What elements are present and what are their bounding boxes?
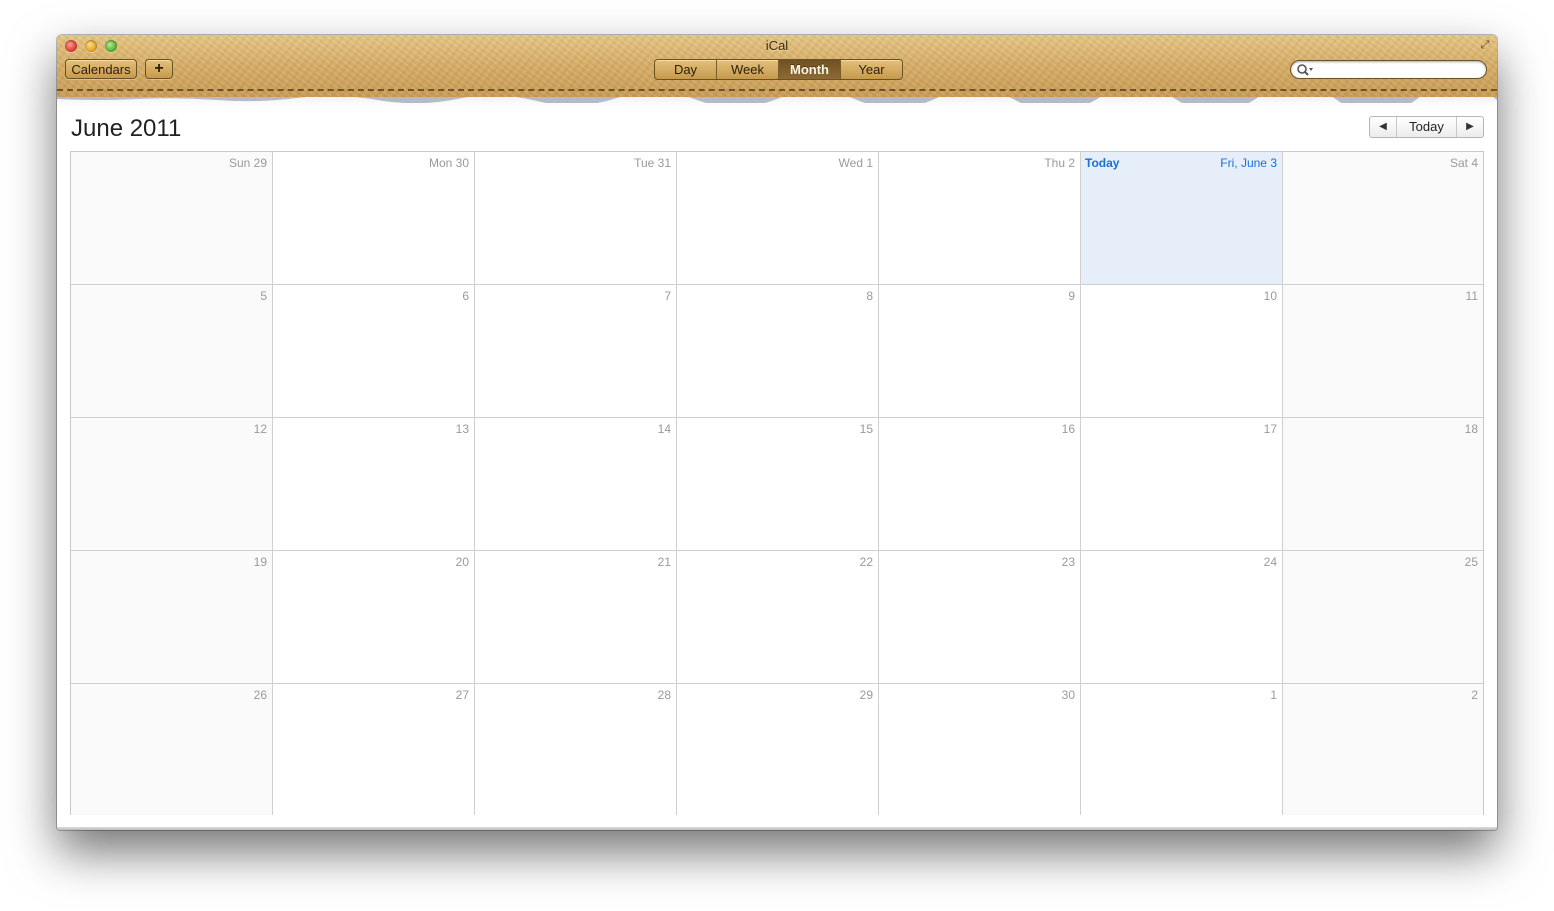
day-cell[interactable]: 1	[1081, 684, 1283, 815]
calendars-button[interactable]: Calendars	[65, 59, 137, 79]
day-number: 1	[1270, 688, 1277, 702]
day-number: 8	[866, 289, 873, 303]
day-cell[interactable]: 19	[71, 551, 273, 684]
day-cell[interactable]: Sun 29	[71, 152, 273, 285]
day-cell[interactable]: 27	[273, 684, 475, 815]
day-number: 10	[1263, 289, 1277, 303]
month-title: June 2011	[71, 115, 182, 142]
day-cell[interactable]: 7	[475, 285, 677, 418]
day-cell[interactable]: 21	[475, 551, 677, 684]
previous-month-button[interactable]: ◀	[1370, 117, 1397, 137]
window-title: iCal	[765, 38, 789, 53]
day-number: 12	[253, 422, 267, 436]
triangle-left-icon: ◀	[1379, 121, 1387, 132]
day-cell[interactable]: 25	[1283, 551, 1483, 684]
today-tag: Today	[1085, 156, 1120, 170]
view-year-tab[interactable]: Year	[841, 60, 902, 79]
day-number: Mon 30	[428, 156, 469, 170]
day-cell[interactable]: 15	[677, 418, 879, 551]
day-cell[interactable]: 6	[273, 285, 475, 418]
day-cell[interactable]: 17	[1081, 418, 1283, 551]
day-cell[interactable]: 28	[475, 684, 677, 815]
day-number: 2	[1471, 688, 1478, 702]
date-navigation: ◀ Today ▶	[1369, 116, 1484, 138]
day-number: 6	[462, 289, 469, 303]
day-number: Tue 31	[634, 156, 671, 170]
day-number: 16	[1061, 422, 1075, 436]
day-number: 19	[253, 555, 267, 569]
day-number: 29	[859, 688, 873, 702]
day-number: Thu 2	[1044, 156, 1075, 170]
day-number: 21	[657, 555, 671, 569]
triangle-right-icon: ▶	[1466, 121, 1474, 132]
day-number: Sat 4	[1449, 156, 1478, 170]
view-day-tab[interactable]: Day	[655, 60, 717, 79]
day-number: 13	[455, 422, 469, 436]
day-cell[interactable]: 14	[475, 418, 677, 551]
window-bottom-bar	[57, 827, 1497, 830]
day-cell[interactable]: 20	[273, 551, 475, 684]
day-cell-today[interactable]: Today Fri, June 3	[1081, 152, 1283, 285]
day-number: 27	[455, 688, 469, 702]
view-week-tab[interactable]: Week	[717, 60, 779, 79]
day-number: 15	[859, 422, 873, 436]
day-cell[interactable]: 10	[1081, 285, 1283, 418]
day-cell[interactable]: Tue 31	[475, 152, 677, 285]
day-number: 17	[1263, 422, 1277, 436]
day-cell[interactable]: 24	[1081, 551, 1283, 684]
fullscreen-icon[interactable]: ⤢	[1479, 39, 1491, 51]
day-number: 28	[657, 688, 671, 702]
day-number: 9	[1068, 289, 1075, 303]
today-button[interactable]: Today	[1397, 117, 1456, 137]
toolbar: iCal ⤢ Calendars + Day Week Month Year	[57, 35, 1497, 98]
day-number: 24	[1263, 555, 1277, 569]
day-cell[interactable]: 22	[677, 551, 879, 684]
next-month-button[interactable]: ▶	[1456, 117, 1483, 137]
day-cell[interactable]: Thu 2	[879, 152, 1081, 285]
day-number: Fri, June 3	[1220, 156, 1277, 170]
search-field[interactable]	[1290, 60, 1487, 79]
day-cell[interactable]: 26	[71, 684, 273, 815]
search-input[interactable]	[1313, 62, 1485, 79]
toolbar-stitching	[57, 89, 1497, 91]
day-cell[interactable]: 5	[71, 285, 273, 418]
day-number: Sun 29	[228, 156, 267, 170]
day-number: 23	[1061, 555, 1075, 569]
day-cell[interactable]: 9	[879, 285, 1081, 418]
ical-window: iCal ⤢ Calendars + Day Week Month Year J…	[57, 35, 1497, 830]
day-cell[interactable]: 8	[677, 285, 879, 418]
add-event-button[interactable]: +	[145, 59, 173, 79]
day-number: 18	[1464, 422, 1478, 436]
day-number: Wed 1	[838, 156, 873, 170]
day-cell[interactable]: 30	[879, 684, 1081, 815]
day-cell[interactable]: 16	[879, 418, 1081, 551]
day-number: 22	[859, 555, 873, 569]
month-grid: Sun 29 Mon 30 Tue 31 Wed 1 Thu 2 Today Fri, Ju…	[70, 151, 1484, 815]
torn-paper-edge	[57, 97, 1497, 103]
day-cell[interactable]: 2	[1283, 684, 1483, 815]
day-cell[interactable]: 12	[71, 418, 273, 551]
search-icon[interactable]	[1296, 63, 1314, 77]
day-number: 26	[253, 688, 267, 702]
day-number: 5	[260, 289, 267, 303]
day-cell[interactable]: 13	[273, 418, 475, 551]
day-cell[interactable]: Mon 30	[273, 152, 475, 285]
day-cell[interactable]: 29	[677, 684, 879, 815]
day-number: 30	[1061, 688, 1075, 702]
day-number: 20	[455, 555, 469, 569]
day-cell[interactable]: 23	[879, 551, 1081, 684]
view-switcher: Day Week Month Year	[654, 59, 903, 80]
day-cell[interactable]: 11	[1283, 285, 1483, 418]
day-number: 7	[664, 289, 671, 303]
day-cell[interactable]: 18	[1283, 418, 1483, 551]
day-number: 11	[1465, 289, 1478, 303]
view-month-tab[interactable]: Month	[779, 60, 841, 79]
day-number: 14	[657, 422, 671, 436]
day-cell[interactable]: Sat 4	[1283, 152, 1483, 285]
day-cell[interactable]: Wed 1	[677, 152, 879, 285]
day-number: 25	[1464, 555, 1478, 569]
